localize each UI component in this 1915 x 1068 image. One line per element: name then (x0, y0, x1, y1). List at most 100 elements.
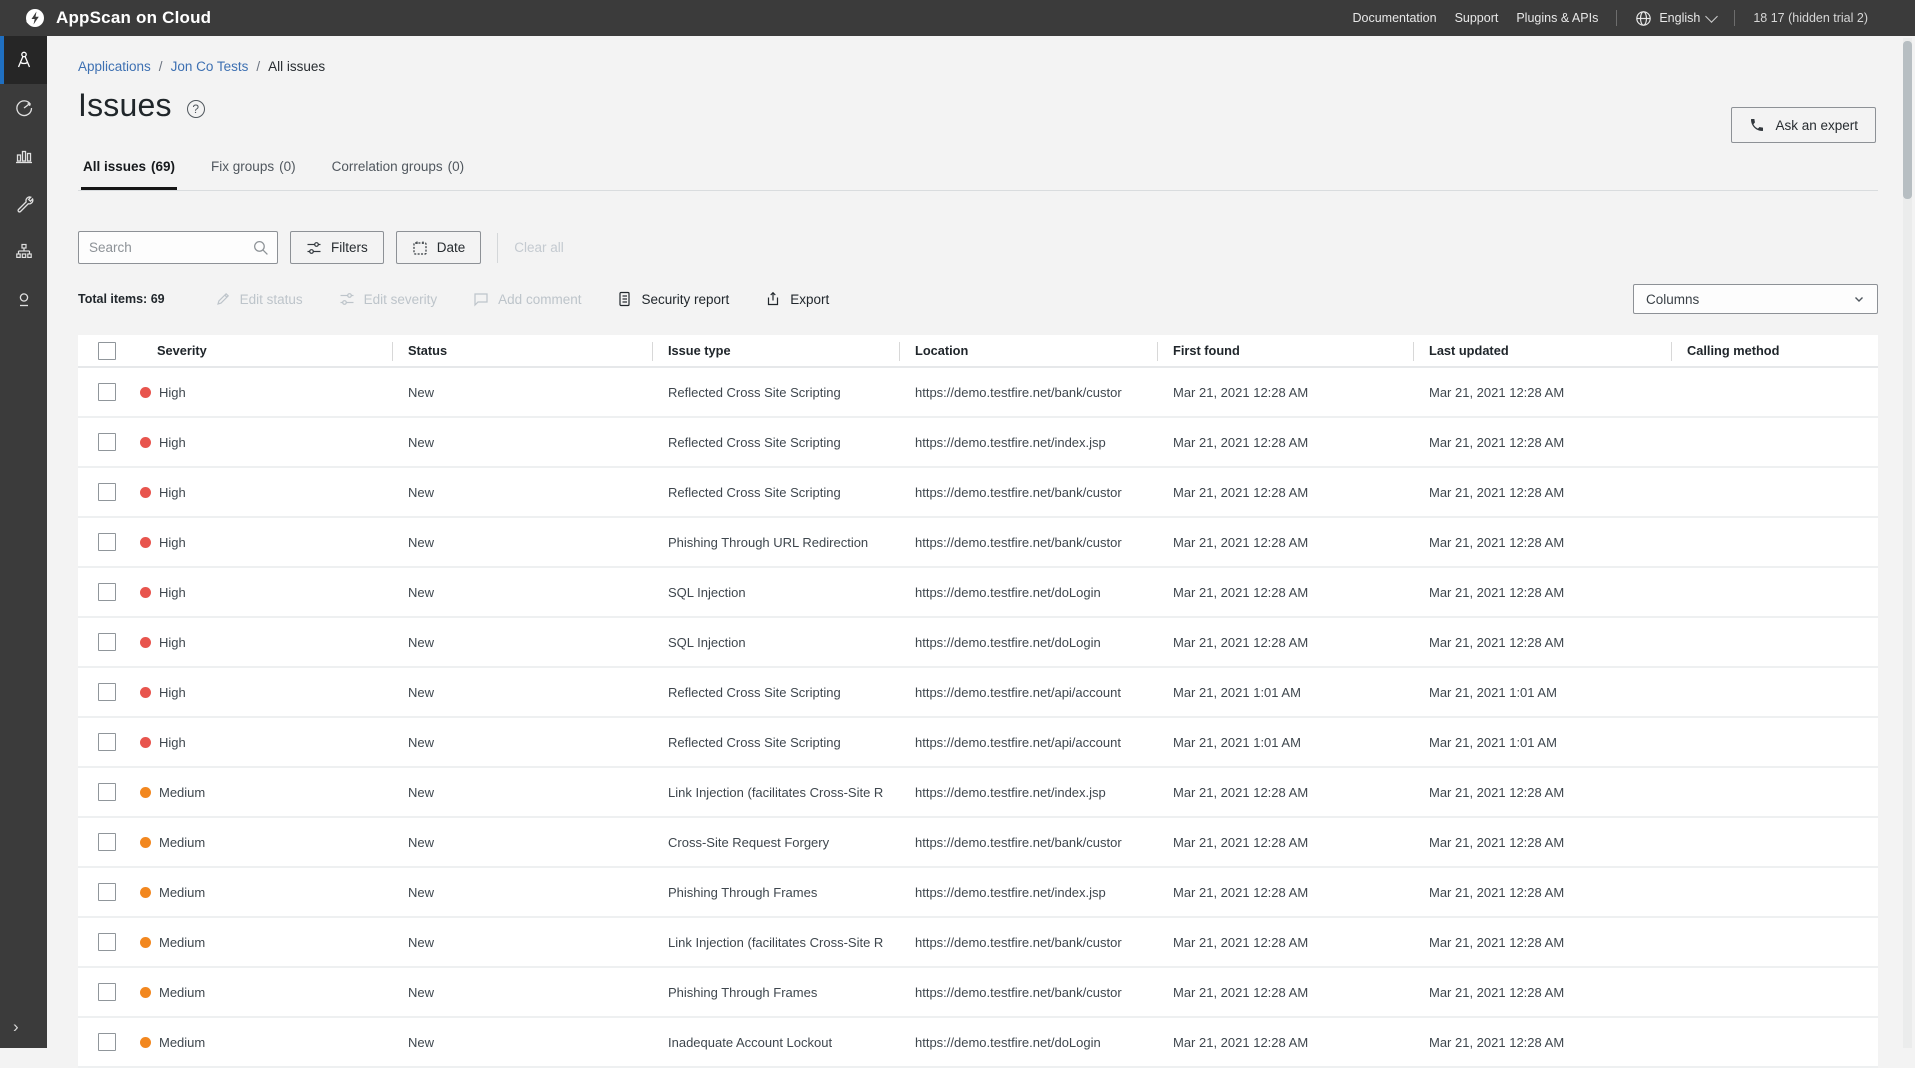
filters-button[interactable]: Filters (290, 231, 384, 264)
vertical-scrollbar-track[interactable] (1903, 38, 1912, 1048)
row-checkbox[interactable] (98, 633, 116, 651)
severity-dot (140, 587, 151, 598)
calling-method-cell (1671, 868, 1878, 916)
severity-label: High (159, 635, 186, 650)
table-row[interactable]: High New Reflected Cross Site Scripting … (78, 668, 1878, 718)
status-cell: New (392, 1018, 652, 1066)
plugins-apis-link[interactable]: Plugins & APIs (1516, 11, 1598, 25)
table-row[interactable]: Medium New Phishing Through Frames https… (78, 868, 1878, 918)
sidebar-item-organization[interactable] (0, 228, 47, 276)
row-checkbox[interactable] (98, 683, 116, 701)
user-icon (14, 290, 34, 310)
breadcrumb-application-name[interactable]: Jon Co Tests (171, 59, 249, 74)
edit-status-label: Edit status (240, 292, 303, 307)
columns-dropdown[interactable]: Columns (1633, 284, 1878, 314)
sidebar-item-applications[interactable] (0, 36, 47, 84)
severity-dot (140, 537, 151, 548)
clear-all-button[interactable]: Clear all (514, 240, 564, 255)
tab-label: Correlation groups (332, 159, 443, 174)
location-cell: https://demo.testfire.net/bank/custor (899, 818, 1157, 866)
row-checkbox[interactable] (98, 383, 116, 401)
row-checkbox[interactable] (98, 483, 116, 501)
row-checkbox[interactable] (98, 933, 116, 951)
severity-label: High (159, 385, 186, 400)
table-row[interactable]: High New SQL Injection https://demo.test… (78, 618, 1878, 668)
top-bar: AppScan on Cloud Documentation Support P… (0, 0, 1915, 36)
severity-dot (140, 637, 151, 648)
tab-correlation-groups[interactable]: Correlation groups (0) (330, 153, 467, 190)
table-row[interactable]: Medium New Inadequate Account Lockout ht… (78, 1018, 1878, 1068)
table-row[interactable]: Medium New Link Injection (facilitates C… (78, 768, 1878, 818)
last-updated-cell: Mar 21, 2021 1:01 AM (1413, 718, 1671, 766)
row-checkbox[interactable] (98, 983, 116, 1001)
sidebar-item-scans[interactable] (0, 84, 47, 132)
location-cell: https://demo.testfire.net/index.jsp (899, 418, 1157, 466)
documentation-link[interactable]: Documentation (1352, 11, 1436, 25)
export-button[interactable]: Export (765, 291, 829, 307)
left-nav: › (0, 36, 47, 1048)
last-updated-cell: Mar 21, 2021 12:28 AM (1413, 368, 1671, 416)
comment-bubble-icon (473, 291, 489, 307)
header-last-updated[interactable]: Last updated (1413, 335, 1671, 366)
help-icon[interactable]: ? (187, 100, 205, 118)
bar-chart-icon (14, 146, 34, 166)
issue-type-cell: Cross-Site Request Forgery (652, 818, 899, 866)
vertical-scrollbar-thumb[interactable] (1903, 41, 1912, 199)
severity-label: High (159, 585, 186, 600)
calling-method-cell (1671, 768, 1878, 816)
table-row[interactable]: High New Reflected Cross Site Scripting … (78, 468, 1878, 518)
row-checkbox[interactable] (98, 733, 116, 751)
add-comment-button[interactable]: Add comment (473, 291, 581, 307)
table-row[interactable]: High New Reflected Cross Site Scripting … (78, 418, 1878, 468)
row-checkbox[interactable] (98, 533, 116, 551)
severity-label: High (159, 485, 186, 500)
app-brand[interactable]: AppScan on Cloud (24, 7, 211, 29)
first-found-cell: Mar 21, 2021 12:28 AM (1157, 868, 1413, 916)
sidebar-item-reports[interactable] (0, 132, 47, 180)
table-row[interactable]: Medium New Cross-Site Request Forgery ht… (78, 818, 1878, 868)
row-checkbox[interactable] (98, 783, 116, 801)
table-row[interactable]: Medium New Link Injection (facilitates C… (78, 918, 1878, 968)
status-cell: New (392, 918, 652, 966)
table-row[interactable]: High New Phishing Through URL Redirectio… (78, 518, 1878, 568)
select-all-checkbox[interactable] (98, 342, 116, 360)
table-row[interactable]: High New SQL Injection https://demo.test… (78, 568, 1878, 618)
security-report-button[interactable]: Security report (617, 291, 729, 307)
edit-status-button[interactable]: Edit status (215, 291, 303, 307)
last-updated-cell: Mar 21, 2021 12:28 AM (1413, 518, 1671, 566)
tab-all-issues[interactable]: All issues (69) (81, 153, 177, 190)
sidebar-item-user[interactable] (0, 276, 47, 324)
date-button[interactable]: Date (396, 231, 482, 264)
search-input[interactable] (78, 231, 278, 264)
severity-dot (140, 1037, 151, 1048)
language-label: English (1659, 11, 1700, 25)
header-status[interactable]: Status (392, 335, 652, 366)
header-location[interactable]: Location (899, 335, 1157, 366)
edit-severity-button[interactable]: Edit severity (339, 291, 438, 307)
severity-dot (140, 887, 151, 898)
table-row[interactable]: High New Reflected Cross Site Scripting … (78, 718, 1878, 768)
header-calling-method[interactable]: Calling method (1671, 335, 1878, 366)
table-row[interactable]: Medium New Phishing Through Frames https… (78, 968, 1878, 1018)
issue-type-cell: Inadequate Account Lockout (652, 1018, 899, 1066)
row-checkbox[interactable] (98, 433, 116, 451)
language-selector[interactable]: English (1635, 10, 1716, 27)
first-found-cell: Mar 21, 2021 12:28 AM (1157, 768, 1413, 816)
sidebar-item-tools[interactable] (0, 180, 47, 228)
last-updated-cell: Mar 21, 2021 12:28 AM (1413, 768, 1671, 816)
support-link[interactable]: Support (1455, 11, 1499, 25)
breadcrumb-current: All issues (268, 59, 325, 74)
row-checkbox[interactable] (98, 1033, 116, 1051)
tab-fix-groups[interactable]: Fix groups (0) (209, 153, 298, 190)
breadcrumb-applications[interactable]: Applications (78, 59, 151, 74)
row-checkbox[interactable] (98, 833, 116, 851)
table-row[interactable]: High New Reflected Cross Site Scripting … (78, 368, 1878, 418)
expand-sidebar-button[interactable]: › (0, 1012, 47, 1042)
header-first-found[interactable]: First found (1157, 335, 1413, 366)
row-checkbox[interactable] (98, 883, 116, 901)
ask-an-expert-button[interactable]: Ask an expert (1731, 107, 1876, 143)
header-issue-type[interactable]: Issue type (652, 335, 899, 366)
header-severity[interactable]: Severity (134, 335, 392, 366)
status-cell: New (392, 518, 652, 566)
row-checkbox[interactable] (98, 583, 116, 601)
